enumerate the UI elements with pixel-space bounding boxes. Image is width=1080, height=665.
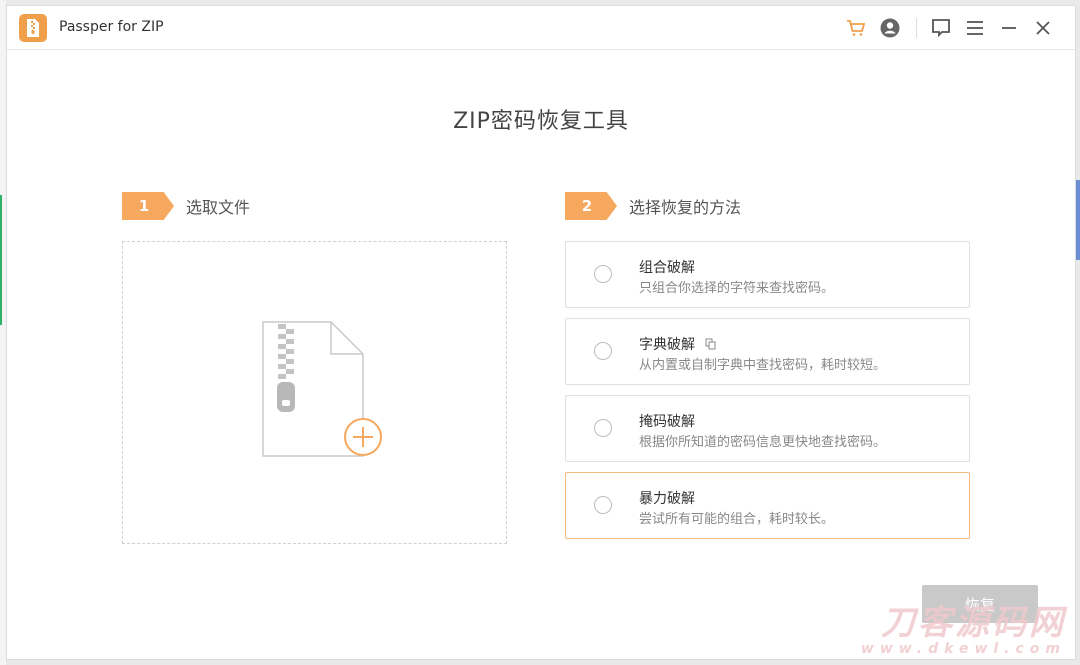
step-label: 选择恢复的方法 bbox=[629, 198, 742, 217]
copy-icon[interactable] bbox=[705, 338, 717, 350]
radio-button[interactable] bbox=[594, 419, 612, 437]
watermark-line2: www.dkewl.com bbox=[860, 641, 1066, 657]
add-zip-file-icon bbox=[262, 321, 382, 457]
method-title: 字典破解 bbox=[639, 337, 695, 353]
method-title: 组合破解 bbox=[639, 260, 695, 276]
method-description: 只组合你选择的字符来查找密码。 bbox=[639, 281, 835, 296]
method-description: 尝试所有可能的组合，耗时较长。 bbox=[639, 512, 835, 527]
watermark-line1: 刀客源码网 bbox=[881, 603, 1066, 643]
titlebar-controls bbox=[834, 16, 1055, 40]
watermark: 刀客源码网 www.dkewl.com bbox=[861, 606, 1066, 656]
radio-button[interactable] bbox=[594, 496, 612, 514]
app-logo-icon bbox=[19, 14, 47, 42]
app-title: Passper for ZIP bbox=[59, 19, 164, 35]
step-select-method: 2 选择恢复的方法 bbox=[565, 192, 741, 220]
radio-button[interactable] bbox=[594, 342, 612, 360]
method-description: 根据你所知道的密码信息更快地查找密码。 bbox=[639, 435, 887, 450]
close-icon[interactable] bbox=[1031, 16, 1055, 40]
feedback-icon[interactable] bbox=[929, 16, 953, 40]
method-combination-attack[interactable]: 组合破解 只组合你选择的字符来查找密码。 bbox=[565, 241, 970, 308]
title-bar: Passper for ZIP bbox=[7, 6, 1075, 50]
step-number-badge: 1 bbox=[122, 192, 174, 220]
account-icon[interactable] bbox=[878, 16, 902, 40]
minimize-icon[interactable] bbox=[997, 16, 1021, 40]
recovery-method-list: 组合破解 只组合你选择的字符来查找密码。 字典破解 从内置或自制字典中查找密码，… bbox=[565, 241, 970, 549]
background-scrollbar bbox=[1076, 180, 1080, 260]
method-description: 从内置或自制字典中查找密码，耗时较短。 bbox=[639, 358, 887, 373]
method-brute-force-attack[interactable]: 暴力破解 尝试所有可能的组合，耗时较长。 bbox=[565, 472, 970, 539]
step-select-file: 1 选取文件 bbox=[122, 192, 250, 220]
method-title: 掩码破解 bbox=[639, 414, 695, 430]
file-drop-zone[interactable] bbox=[122, 241, 507, 544]
cart-icon[interactable] bbox=[844, 16, 868, 40]
radio-button[interactable] bbox=[594, 265, 612, 283]
page-title: ZIP密码恢复工具 bbox=[453, 109, 629, 134]
method-dictionary-attack[interactable]: 字典破解 从内置或自制字典中查找密码，耗时较短。 bbox=[565, 318, 970, 385]
step-label: 选取文件 bbox=[186, 198, 251, 217]
step-number-badge: 2 bbox=[565, 192, 617, 220]
method-mask-attack[interactable]: 掩码破解 根据你所知道的密码信息更快地查找密码。 bbox=[565, 395, 970, 462]
menu-icon[interactable] bbox=[963, 16, 987, 40]
titlebar-separator bbox=[916, 18, 917, 38]
method-title: 暴力破解 bbox=[639, 491, 695, 507]
app-window: Passper for ZIP ZIP密码恢复工具 1 选取文件 2 选择恢复的… bbox=[6, 5, 1076, 660]
